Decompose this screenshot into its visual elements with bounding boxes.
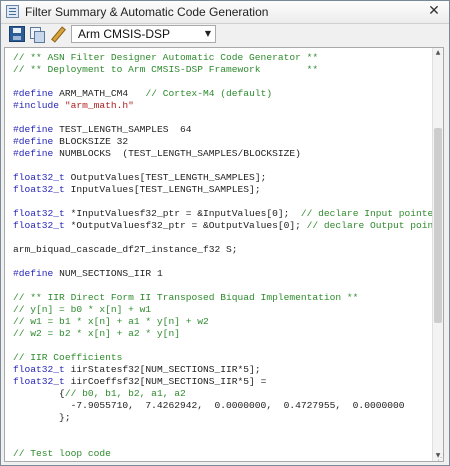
code-line: #include "arm_math.h" bbox=[13, 100, 433, 112]
window-title: Filter Summary & Automatic Code Generati… bbox=[25, 5, 269, 19]
code-token: // b0, b1, b2, a1, a2 bbox=[64, 388, 186, 399]
code-token: // y[n] = b0 * x[n] + w1 bbox=[13, 304, 152, 315]
toolbar: Arm CMSIS-DSP ▼ bbox=[1, 24, 449, 44]
code-token: InputValues[TEST_LENGTH_SAMPLES]; bbox=[64, 184, 261, 195]
copy-icon[interactable] bbox=[29, 26, 45, 43]
code-line: float32_t OutputValues[TEST_LENGTH_SAMPL… bbox=[13, 172, 433, 184]
code-token: TEST_LENGTH_SAMPLES 64 bbox=[53, 124, 192, 135]
code-line: // ** IIR Direct Form II Transposed Biqu… bbox=[13, 292, 433, 304]
code-token: // Test loop code bbox=[13, 448, 111, 459]
app-icon bbox=[6, 5, 19, 18]
code-token: arm_biquad_cascade_df2T_instance_f32 S; bbox=[13, 244, 238, 255]
close-button[interactable]: ✕ bbox=[425, 3, 443, 20]
code-token: ARM_MATH_CM4 bbox=[53, 88, 146, 99]
code-token: #define bbox=[13, 136, 54, 147]
target-framework-selected: Arm CMSIS-DSP bbox=[78, 27, 171, 41]
code-token: float32_t bbox=[13, 220, 65, 231]
code-line: -7.9055710, 7.4262942, 0.0000000, 0.4727… bbox=[13, 400, 433, 412]
code-line: #define ARM_MATH_CM4 // Cortex-M4 (defau… bbox=[13, 88, 433, 100]
code-line: arm_biquad_cascade_df2T_instance_f32 S; bbox=[13, 244, 433, 256]
code-token: // w2 = b2 * x[n] + a2 * y[n] bbox=[13, 328, 180, 339]
save-icon[interactable] bbox=[9, 26, 25, 42]
code-line: // y[n] = b0 * x[n] + w1 bbox=[13, 304, 433, 316]
code-line: {// b0, b1, b2, a1, a2 bbox=[13, 388, 433, 400]
code-token: // IIR Coefficients bbox=[13, 352, 123, 363]
code-line: // w1 = b1 * x[n] + a1 * y[n] + w2 bbox=[13, 316, 433, 328]
scroll-thumb[interactable] bbox=[434, 128, 442, 323]
code-token: NUM_SECTIONS_IIR 1 bbox=[53, 268, 163, 279]
code-token: float32_t bbox=[13, 208, 65, 219]
code-token: // declare Input pointe bbox=[300, 208, 433, 219]
code-token: #define bbox=[13, 88, 54, 99]
code-token: #define bbox=[13, 268, 54, 279]
code-editor[interactable]: // ** ASN Filter Designer Automatic Code… bbox=[4, 47, 444, 462]
chevron-down-icon: ▼ bbox=[204, 29, 211, 38]
code-line: float32_t iirCoeffsf32[NUM_SECTIONS_IIR*… bbox=[13, 376, 433, 388]
code-token: // declare Output poin bbox=[306, 220, 433, 231]
code-line: // ** Deployment to Arm CMSIS-DSP Framew… bbox=[13, 64, 433, 76]
code-token: *OutputValuesf32_ptr = &OutputValues[0]; bbox=[64, 220, 307, 231]
code-token: float32_t bbox=[13, 184, 65, 195]
code-token: *InputValuesf32_ptr = &InputValues[0]; bbox=[64, 208, 301, 219]
code-line: // w2 = b2 * x[n] + a2 * y[n] bbox=[13, 328, 433, 340]
code-token: float32_t bbox=[13, 364, 65, 375]
code-token: // ** Deployment to Arm CMSIS-DSP Framew… bbox=[13, 64, 319, 75]
code-line: float32_t InputValues[TEST_LENGTH_SAMPLE… bbox=[13, 184, 433, 196]
code-token: // Cortex-M4 (default) bbox=[145, 88, 273, 99]
code-line: float32_t iirStatesf32[NUM_SECTIONS_IIR*… bbox=[13, 364, 433, 376]
code-token: -7.9055710, 7.4262942, 0.0000000, 0.4727… bbox=[13, 400, 405, 411]
code-line: #define NUM_SECTIONS_IIR 1 bbox=[13, 268, 433, 280]
scroll-up-icon[interactable]: ▲ bbox=[433, 48, 443, 58]
code-line: // Test loop code bbox=[13, 448, 433, 459]
filter-summary-window: Filter Summary & Automatic Code Generati… bbox=[0, 0, 450, 466]
edit-icon[interactable] bbox=[49, 26, 65, 42]
code-line: #define TEST_LENGTH_SAMPLES 64 bbox=[13, 124, 433, 136]
code-line: float32_t *InputValuesf32_ptr = &InputVa… bbox=[13, 208, 433, 220]
code-token: #include bbox=[13, 100, 60, 111]
code-token: float32_t bbox=[13, 376, 65, 387]
code-token: // ** ASN Filter Designer Automatic Code… bbox=[13, 52, 319, 63]
code-token: float32_t bbox=[13, 172, 65, 183]
code-token: OutputValues[TEST_LENGTH_SAMPLES]; bbox=[64, 172, 267, 183]
resize-grip-icon[interactable]: ⋰ bbox=[437, 453, 447, 463]
code-token: iirCoeffsf32[NUM_SECTIONS_IIR*5] = bbox=[64, 376, 267, 387]
code-line: }; bbox=[13, 412, 433, 424]
code-token: iirStatesf32[NUM_SECTIONS_IIR*5]; bbox=[64, 364, 261, 375]
code-token: { bbox=[13, 388, 65, 399]
code-line: // ** ASN Filter Designer Automatic Code… bbox=[13, 52, 433, 64]
code-text-area[interactable]: // ** ASN Filter Designer Automatic Code… bbox=[13, 52, 433, 459]
code-token: NUMBLOCKS (TEST_LENGTH_SAMPLES/BLOCKSIZE… bbox=[53, 148, 301, 159]
code-token: }; bbox=[13, 412, 71, 423]
code-line: #define NUMBLOCKS (TEST_LENGTH_SAMPLES/B… bbox=[13, 148, 433, 160]
vertical-scrollbar[interactable]: ▲ ▼ bbox=[432, 48, 443, 461]
code-token: // ** IIR Direct Form II Transposed Biqu… bbox=[13, 292, 359, 303]
code-token: #define bbox=[13, 124, 54, 135]
code-token: BLOCKSIZE 32 bbox=[53, 136, 129, 147]
target-framework-dropdown[interactable]: Arm CMSIS-DSP ▼ bbox=[71, 25, 216, 43]
code-line: #define BLOCKSIZE 32 bbox=[13, 136, 433, 148]
code-token: // w1 = b1 * x[n] + a1 * y[n] + w2 bbox=[13, 316, 209, 327]
title-bar: Filter Summary & Automatic Code Generati… bbox=[1, 1, 449, 24]
code-line: // IIR Coefficients bbox=[13, 352, 433, 364]
code-token: "arm_math.h" bbox=[64, 100, 134, 111]
code-token: #define bbox=[13, 148, 54, 159]
code-line: float32_t *OutputValuesf32_ptr = &Output… bbox=[13, 220, 433, 232]
